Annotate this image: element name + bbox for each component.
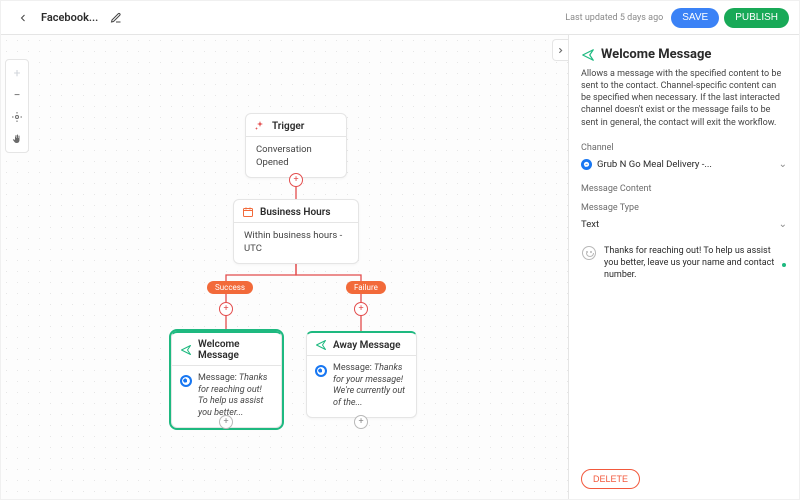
facebook-icon bbox=[315, 365, 327, 377]
node-title: Welcome Message bbox=[198, 339, 273, 361]
chevron-down-icon: ⌄ bbox=[779, 219, 787, 230]
emoji-icon[interactable] bbox=[582, 246, 596, 260]
add-step-success-button[interactable]: + bbox=[219, 302, 233, 316]
add-step-failure-button[interactable]: + bbox=[354, 302, 368, 316]
panel-title: Welcome Message bbox=[581, 47, 787, 62]
panel-description: Allows a message with the specified cont… bbox=[581, 68, 787, 129]
send-icon bbox=[581, 48, 595, 62]
node-title: Trigger bbox=[272, 121, 304, 132]
add-step-button[interactable]: + bbox=[289, 173, 303, 187]
chevron-down-icon: ⌄ bbox=[779, 159, 787, 170]
channel-select[interactable]: Grub N Go Meal Delivery -... ⌄ bbox=[581, 156, 787, 174]
zoom-out-button[interactable]: − bbox=[6, 84, 28, 106]
publish-button[interactable]: PUBLISH bbox=[724, 8, 789, 28]
channel-label: Channel bbox=[581, 143, 787, 153]
node-preview: Message: Thanks for reaching out! To hel… bbox=[198, 373, 273, 420]
node-trigger[interactable]: Trigger Conversation Opened bbox=[245, 113, 347, 178]
node-title: Business Hours bbox=[260, 207, 330, 218]
calendar-icon bbox=[242, 206, 254, 218]
node-welcome-message[interactable]: Welcome Message Message: Thanks for reac… bbox=[171, 331, 282, 428]
node-title: Away Message bbox=[333, 340, 401, 351]
properties-panel: Welcome Message Allows a message with th… bbox=[568, 35, 799, 499]
add-step-after-away[interactable]: + bbox=[354, 415, 368, 429]
node-detail: Within business hours - UTC bbox=[234, 223, 358, 263]
send-icon bbox=[315, 339, 327, 351]
recenter-button[interactable] bbox=[6, 106, 28, 128]
messenger-icon bbox=[583, 161, 590, 168]
node-away-message[interactable]: Away Message Message: Thanks for your me… bbox=[306, 331, 417, 418]
delete-button[interactable]: DELETE bbox=[581, 469, 640, 489]
message-body-input[interactable]: Thanks for reaching out! To help us assi… bbox=[581, 240, 787, 286]
branch-success-badge: Success bbox=[207, 281, 253, 294]
message-body-text: Thanks for reaching out! To help us assi… bbox=[604, 246, 774, 280]
facebook-icon bbox=[180, 375, 192, 387]
canvas-toolbar: + − bbox=[5, 59, 29, 153]
add-step-after-welcome[interactable]: + bbox=[219, 415, 233, 429]
workflow-name[interactable]: Facebook... bbox=[41, 11, 98, 24]
pan-button[interactable] bbox=[6, 128, 28, 150]
branch-failure-badge: Failure bbox=[346, 281, 386, 294]
edit-name-button[interactable] bbox=[104, 6, 128, 30]
node-business-hours[interactable]: Business Hours Within business hours - U… bbox=[233, 199, 359, 264]
sparkle-icon bbox=[254, 120, 266, 132]
node-detail: Conversation Opened bbox=[246, 137, 346, 177]
node-preview: Message: Thanks for your message! We're … bbox=[333, 363, 408, 410]
status-dot bbox=[782, 263, 786, 267]
last-updated: Last updated 5 days ago bbox=[565, 13, 663, 23]
type-label: Message Type bbox=[581, 203, 787, 213]
message-type-select[interactable]: Text ⌄ bbox=[581, 216, 787, 234]
top-bar: Facebook... Last updated 5 days ago SAVE… bbox=[1, 1, 799, 35]
content-label: Message Content bbox=[581, 184, 787, 194]
send-icon bbox=[180, 344, 192, 356]
back-button[interactable] bbox=[11, 6, 35, 30]
save-button[interactable]: SAVE bbox=[671, 8, 719, 28]
collapse-panel-button[interactable] bbox=[552, 39, 568, 61]
canvas[interactable]: + − bbox=[1, 35, 568, 499]
zoom-in-button[interactable]: + bbox=[6, 62, 28, 84]
